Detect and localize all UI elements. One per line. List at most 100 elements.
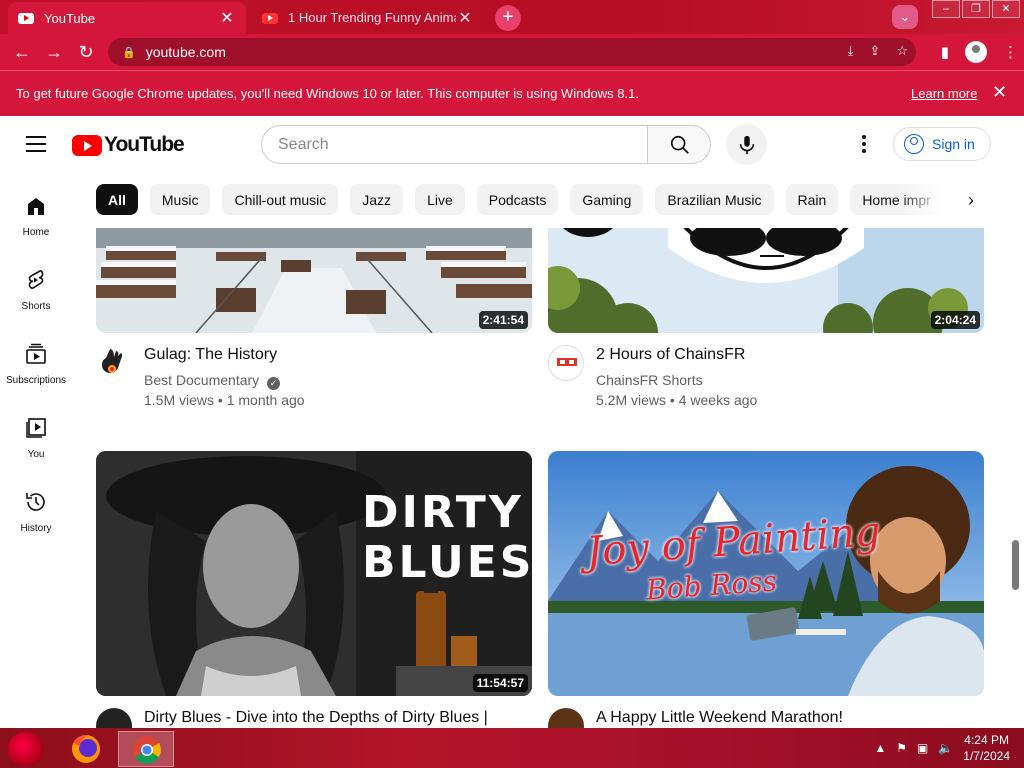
page-scrollbar[interactable] xyxy=(1012,540,1019,590)
window-controls: – ❐ ✕ xyxy=(930,0,1020,18)
guide-label: You xyxy=(27,449,45,460)
system-tray: ▲ ⚑ ▣ 🔈 4:24 PM 1/7/2024 xyxy=(874,732,1010,764)
chip-music[interactable]: Music xyxy=(149,184,211,215)
update-infobar: To get future Google Chrome updates, you… xyxy=(0,70,1024,116)
search-input[interactable]: Search xyxy=(261,125,648,164)
back-button[interactable]: ← xyxy=(6,42,38,63)
chrome-menu-icon[interactable]: ⋮ xyxy=(1003,43,1018,61)
video-title[interactable]: A Happy Little Weekend Marathon! xyxy=(596,709,843,727)
sign-in-button[interactable]: Sign in xyxy=(893,127,991,161)
youtube-masthead: YouTube Search Sign in xyxy=(0,116,1024,172)
close-tab-icon[interactable]: ✕ xyxy=(218,8,236,28)
show-hidden-icons-icon[interactable]: ▲ xyxy=(874,741,886,755)
channel-name[interactable]: Best Documentary ✓ xyxy=(144,372,281,390)
video-metadata: 1.5M views • 1 month ago xyxy=(144,392,305,408)
verified-badge-icon: ✓ xyxy=(267,377,281,390)
video-thumbnail[interactable]: Joy of Painting Bob Ross xyxy=(548,451,984,696)
tab-search-button[interactable]: ⌄ xyxy=(892,5,918,29)
lock-icon[interactable]: 🔒 xyxy=(122,46,136,59)
channel-avatar[interactable] xyxy=(548,708,584,728)
chip-chill-out-music[interactable]: Chill-out music xyxy=(222,184,339,215)
sign-in-label: Sign in xyxy=(932,136,975,152)
settings-menu-icon[interactable] xyxy=(862,135,868,156)
chainsfr-avatar-icon xyxy=(557,358,577,366)
bookmark-star-icon[interactable]: ☆ xyxy=(896,43,908,59)
windows-taskbar: ▲ ⚑ ▣ 🔈 4:24 PM 1/7/2024 xyxy=(0,728,1024,768)
guide-item-history[interactable]: History xyxy=(0,490,72,534)
chip-live[interactable]: Live xyxy=(415,184,465,215)
restore-button[interactable]: ❐ xyxy=(962,0,990,18)
new-tab-button[interactable]: + xyxy=(495,5,521,31)
profile-avatar-icon[interactable] xyxy=(965,41,987,63)
channel-avatar[interactable] xyxy=(96,345,132,381)
youtube-logo[interactable]: YouTube xyxy=(72,133,185,157)
video-duration: 2:04:24 xyxy=(930,311,980,329)
action-center-flag-icon[interactable]: ⚑ xyxy=(896,741,907,755)
reload-button[interactable]: ↻ xyxy=(70,42,102,63)
chainsfr-character-image xyxy=(548,228,984,333)
shorts-icon xyxy=(28,270,44,289)
tab-strip: YouTube ✕ 1 Hour Trending Funny Animals … xyxy=(0,0,1024,34)
share-icon[interactable]: ⇪ xyxy=(869,43,880,59)
video-title[interactable]: Gulag: The History xyxy=(144,346,277,364)
volume-muted-icon[interactable]: 🔈 xyxy=(938,741,953,755)
guide-item-home[interactable]: Home xyxy=(0,194,72,238)
tab-title: 1 Hour Trending Funny Animals 😂 xyxy=(288,10,456,25)
network-icon[interactable]: ▣ xyxy=(917,741,928,755)
channel-avatar[interactable] xyxy=(548,345,584,381)
video-thumbnail[interactable]: 2:04:24 xyxy=(548,228,984,333)
subscriptions-icon xyxy=(26,343,46,364)
chip-all[interactable]: All xyxy=(96,184,138,215)
install-app-icon[interactable]: ⤓ xyxy=(848,43,854,59)
side-panel-icon[interactable]: ▮ xyxy=(941,43,949,61)
chip-rain[interactable]: Rain xyxy=(785,184,839,215)
infobar-message: To get future Google Chrome updates, you… xyxy=(16,86,639,101)
guide-item-shorts[interactable]: Shorts xyxy=(0,268,72,312)
url-text: youtube.com xyxy=(145,44,226,60)
video-title[interactable]: Dirty Blues - Dive into the Depths of Di… xyxy=(144,709,488,727)
filter-chips: All Music Chill-out music Jazz Live Podc… xyxy=(96,184,946,216)
learn-more-link[interactable]: Learn more xyxy=(911,86,977,101)
start-button[interactable] xyxy=(8,732,44,766)
firefox-icon xyxy=(72,735,100,763)
video-thumbnail[interactable]: DIRTY BLUES 11:54:57 xyxy=(96,451,532,696)
clock[interactable]: 4:24 PM 1/7/2024 xyxy=(963,732,1010,764)
channel-name[interactable]: ChainsFR Shorts xyxy=(596,372,703,388)
tab-funny-animals[interactable]: 1 Hour Trending Funny Animals 😂 ✕ xyxy=(252,2,484,34)
search-button[interactable] xyxy=(647,125,711,164)
guide-label: Subscriptions xyxy=(5,375,67,386)
forward-button[interactable]: → xyxy=(38,42,70,63)
chips-fade xyxy=(900,184,960,216)
clock-date: 1/7/2024 xyxy=(963,749,1010,763)
taskbar-firefox[interactable] xyxy=(60,731,116,767)
voice-search-button[interactable] xyxy=(726,124,767,165)
taskbar-chrome[interactable] xyxy=(118,731,174,767)
close-window-button[interactable]: ✕ xyxy=(992,0,1020,18)
close-infobar-icon[interactable]: ✕ xyxy=(992,82,1007,103)
you-icon xyxy=(26,418,46,438)
guide-label: Home xyxy=(22,227,50,238)
tab-youtube[interactable]: YouTube ✕ xyxy=(8,2,246,34)
chip-podcasts[interactable]: Podcasts xyxy=(476,184,559,215)
logo-text: YouTube xyxy=(104,133,185,156)
chip-jazz[interactable]: Jazz xyxy=(350,184,404,215)
address-bar[interactable]: 🔒 youtube.com ⤓ ⇪ ☆ xyxy=(108,38,916,66)
history-icon xyxy=(26,493,45,511)
chip-brazilian-music[interactable]: Brazilian Music xyxy=(655,184,774,215)
search-icon xyxy=(670,135,689,154)
guide-item-subscriptions[interactable]: Subscriptions xyxy=(0,342,72,386)
channel-avatar[interactable] xyxy=(96,708,132,728)
video-thumbnail[interactable]: 2:41:54 xyxy=(96,228,532,333)
guide-label: History xyxy=(20,523,52,534)
home-icon xyxy=(28,198,44,215)
minimize-button[interactable]: – xyxy=(932,0,960,18)
best-documentary-avatar-icon xyxy=(102,349,123,373)
close-tab-icon[interactable]: ✕ xyxy=(456,8,474,28)
video-title[interactable]: 2 Hours of ChainsFR xyxy=(596,346,745,364)
chip-gaming[interactable]: Gaming xyxy=(570,184,644,215)
microphone-icon xyxy=(739,135,755,155)
guide-item-you[interactable]: You xyxy=(0,416,72,460)
tab-title: YouTube xyxy=(44,10,96,26)
hamburger-menu-icon[interactable] xyxy=(26,136,46,152)
chevron-right-icon[interactable]: › xyxy=(968,190,974,211)
